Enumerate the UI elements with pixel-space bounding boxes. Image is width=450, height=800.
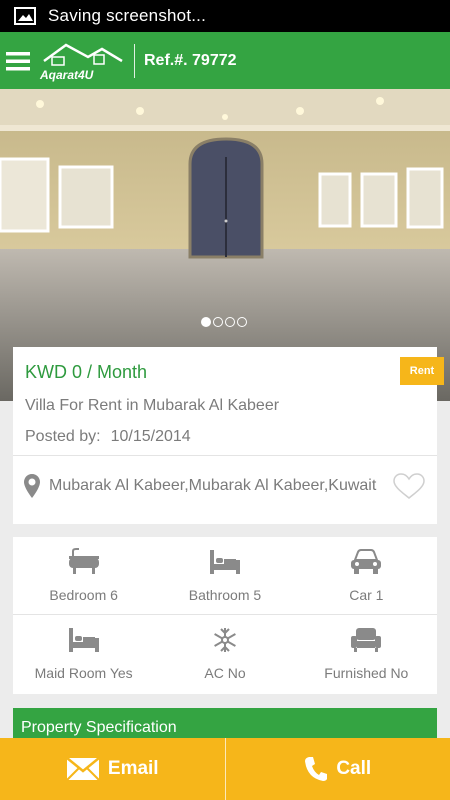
snowflake-icon — [214, 628, 236, 652]
action-bar: Email Call — [0, 738, 450, 800]
feature-maid-room: Maid Room Yes — [13, 615, 154, 691]
feature-bedroom: Bedroom 6 — [13, 537, 154, 614]
logo-text: Aqarat4U — [39, 68, 94, 82]
app-logo[interactable]: Aqarat4U — [38, 39, 126, 83]
feature-label: Furnished No — [324, 665, 409, 681]
favorite-heart-icon[interactable] — [393, 473, 425, 499]
carousel-dot[interactable] — [201, 317, 211, 327]
listing-info-card: KWD 0 / Month Villa For Rent in Mubarak … — [13, 347, 437, 524]
feature-label: Bathroom 5 — [188, 587, 262, 603]
app-header: Aqarat4U Ref.#. 79772 — [0, 32, 450, 89]
feature-furnished: Furnished No — [296, 615, 437, 691]
posted-date: 10/15/2014 — [110, 428, 191, 445]
price: KWD 0 / Month — [25, 362, 148, 382]
bed-icon — [209, 550, 240, 574]
email-button[interactable]: Email — [0, 738, 225, 800]
feature-label: Car 1 — [349, 587, 384, 603]
feature-bathroom: Bathroom 5 — [154, 537, 295, 614]
reference-number: Ref.#. 79772 — [144, 51, 237, 69]
email-label: Email — [107, 758, 159, 779]
phone-icon — [305, 757, 328, 781]
carousel-dot[interactable] — [213, 317, 223, 327]
carousel-dots[interactable] — [201, 317, 247, 327]
feature-label: Maid Room Yes — [34, 665, 133, 681]
posted-label: Posted by: — [25, 428, 101, 445]
rent-badge: Rent — [400, 357, 444, 385]
header-divider — [134, 43, 135, 78]
divider — [13, 455, 437, 456]
location-text: Mubarak Al Kabeer,Mubarak Al Kabeer,Kuwa… — [49, 477, 377, 494]
menu-button[interactable] — [2, 32, 34, 89]
carousel-dot[interactable] — [237, 317, 247, 327]
location-row: Mubarak Al Kabeer,Mubarak Al Kabeer,Kuwa… — [23, 473, 394, 499]
bed-icon — [68, 628, 99, 652]
car-icon — [351, 549, 382, 574]
posted-info: Posted by: 10/15/2014 — [25, 428, 191, 446]
status-bar: Saving screenshot... — [0, 0, 450, 32]
feature-label: AC No — [204, 665, 246, 681]
call-button[interactable]: Call — [226, 738, 450, 800]
armchair-icon — [351, 628, 382, 652]
features-grid: Bedroom 6 Bathroom 5 Car 1 Maid Room Yes… — [13, 537, 437, 694]
envelope-icon — [66, 757, 100, 781]
bathtub-icon — [68, 548, 99, 574]
hamburger-icon — [6, 51, 30, 70]
listing-title: Villa For Rent in Mubarak Al Kabeer — [25, 397, 280, 414]
feature-ac: AC No — [154, 615, 295, 691]
status-text: Saving screenshot... — [48, 6, 207, 25]
feature-label: Bedroom 6 — [49, 587, 118, 603]
call-label: Call — [336, 758, 372, 779]
location-pin-icon — [24, 474, 40, 498]
section-title: Property Specification — [21, 719, 177, 736]
feature-car: Car 1 — [296, 537, 437, 614]
image-icon — [14, 7, 36, 25]
carousel-dot[interactable] — [225, 317, 235, 327]
